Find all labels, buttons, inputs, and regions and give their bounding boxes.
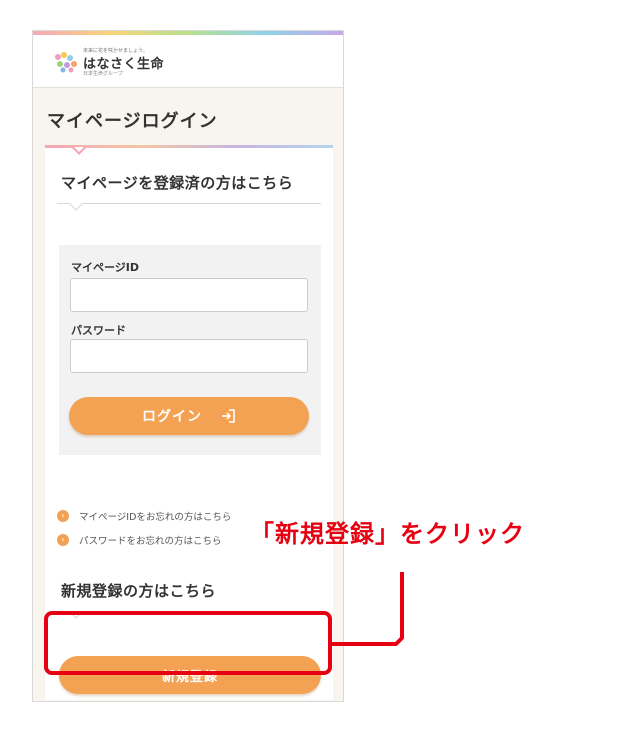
callout-connector: [332, 572, 404, 646]
annotation-instruction: 「新規登録」をクリック: [250, 520, 525, 548]
